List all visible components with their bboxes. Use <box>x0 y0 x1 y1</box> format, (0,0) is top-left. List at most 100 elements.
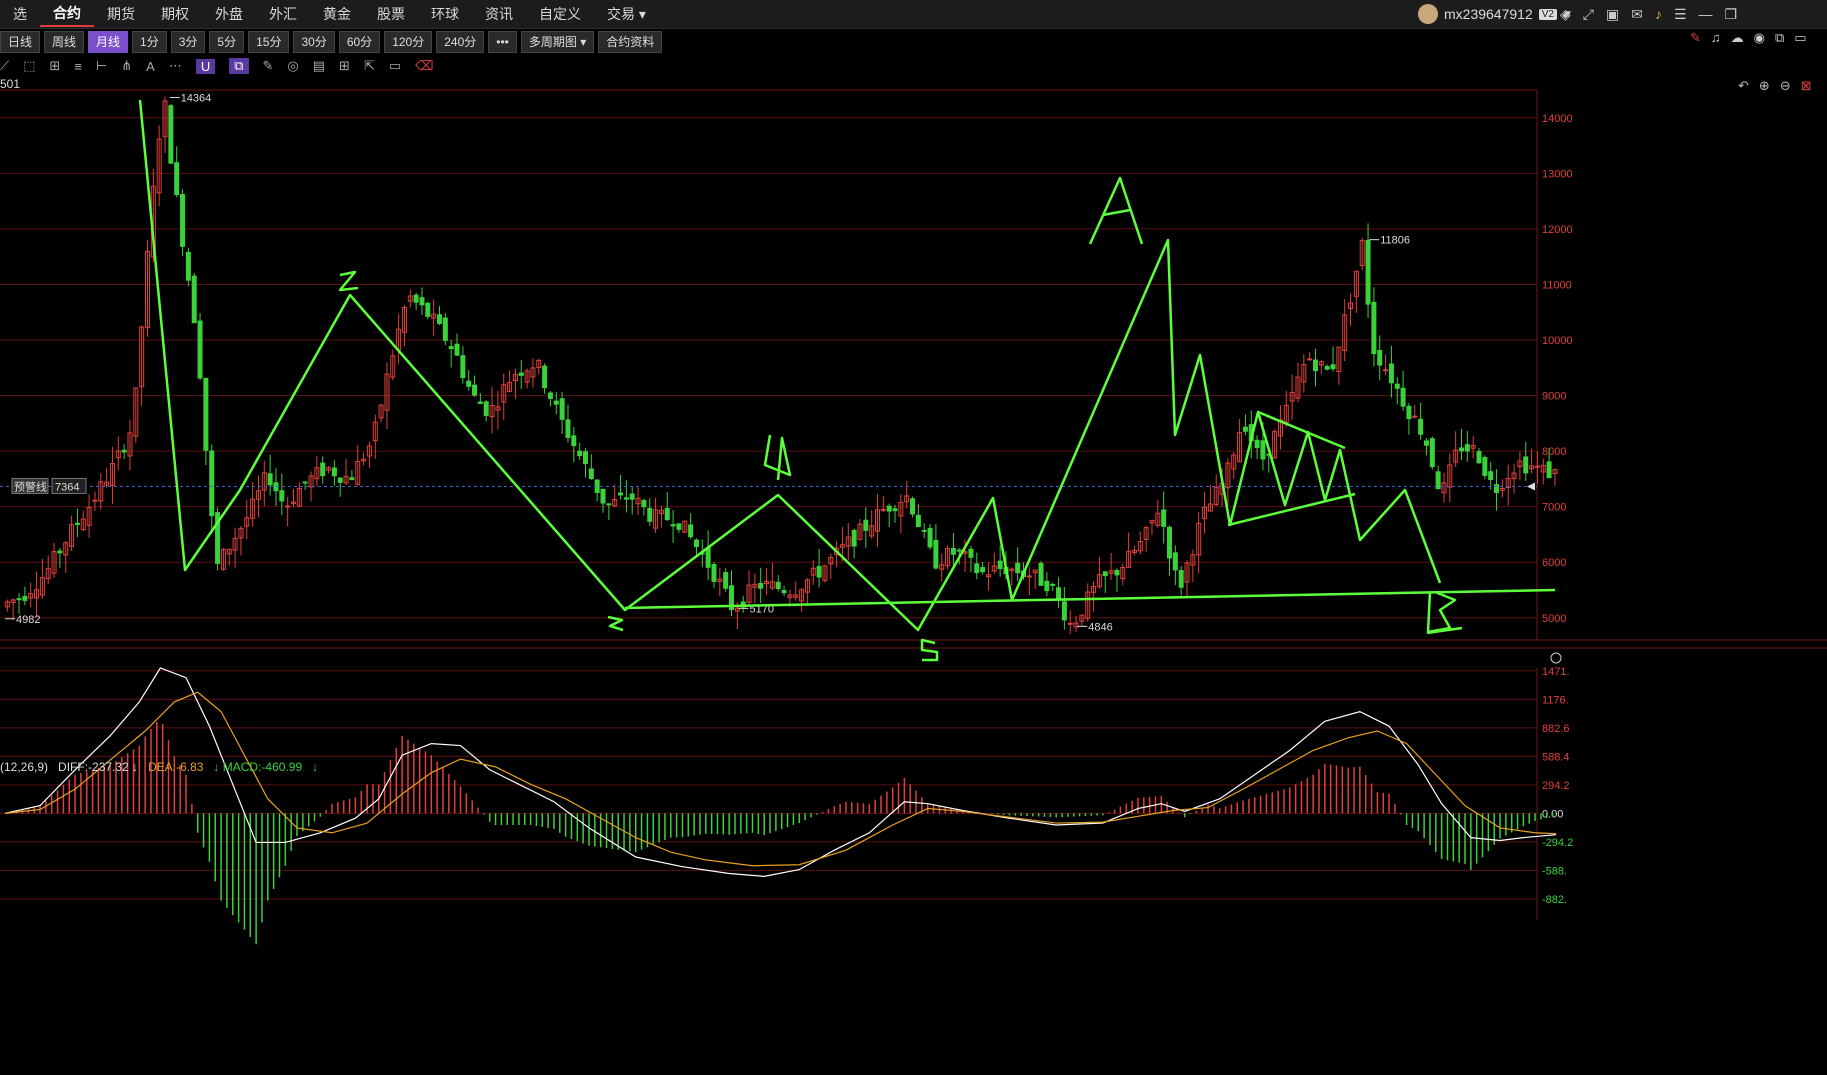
annotation-label: 14364 <box>181 93 212 105</box>
triangle-upper-line <box>1257 410 1346 450</box>
wave-label-4 <box>763 434 792 481</box>
candle-body <box>209 450 215 517</box>
candle-body <box>927 527 933 548</box>
candle-body <box>191 275 197 324</box>
candle-body <box>1371 301 1377 355</box>
price-tick-label: 12000 <box>1542 224 1573 236</box>
candle-body <box>711 564 717 582</box>
price-tick-label: 9000 <box>1542 391 1566 403</box>
price-tick-label: 5000 <box>1542 613 1566 625</box>
candle-body <box>1488 471 1494 481</box>
annotation-label: 4846 <box>1088 621 1112 633</box>
price-marker-icon <box>1527 482 1535 491</box>
candle-body <box>623 497 629 500</box>
macd-dea: DEA:-6.83 <box>148 760 204 774</box>
wave-label-5 <box>920 638 939 662</box>
candle-body <box>1482 457 1488 476</box>
candle-body <box>203 377 209 451</box>
candle-body <box>1161 509 1167 527</box>
candle-body <box>448 346 454 350</box>
candle-body <box>1050 583 1056 586</box>
price-tick-label: 8000 <box>1542 446 1566 458</box>
candle-body <box>180 194 186 247</box>
macd-diff: DIFF:-237.32 ↓ <box>58 760 139 774</box>
candle-body <box>1312 359 1318 372</box>
candle-body <box>1026 575 1032 578</box>
candle-body <box>921 529 927 532</box>
candle-body <box>542 365 548 389</box>
candle-body <box>460 355 466 379</box>
wave-label-3 <box>607 615 624 632</box>
candle-body <box>1324 365 1330 370</box>
candle-body <box>1383 369 1389 372</box>
macd-arrow: ↓ <box>312 760 319 774</box>
macd-tick-label: -588. <box>1542 865 1567 877</box>
candle-body <box>483 401 489 417</box>
candle-body <box>121 449 127 453</box>
candle-body <box>1254 439 1260 449</box>
candle-body <box>600 488 606 504</box>
candle-body <box>565 419 571 438</box>
price-chart[interactable]: 14000 13000 12000 11000 10000 9000 8000 7000 600… <box>0 0 1827 1075</box>
candle-body <box>1400 387 1406 407</box>
candle-body <box>688 524 694 538</box>
candle-body <box>454 343 460 356</box>
price-tick-label: 6000 <box>1542 557 1566 569</box>
candle-body <box>477 401 483 405</box>
candle-body <box>1044 580 1050 592</box>
candle-body <box>606 503 612 506</box>
candle-body <box>980 567 986 573</box>
candle-body <box>1038 562 1044 586</box>
candle-body <box>436 314 442 324</box>
candle-body <box>1377 349 1383 366</box>
macd-settings-icon <box>1550 652 1562 664</box>
candle-body <box>1242 426 1248 432</box>
candle-body <box>892 508 898 512</box>
price-tick-label: 7000 <box>1542 502 1566 514</box>
price-tick-label: 13000 <box>1542 168 1573 180</box>
annotation-label: 4982 <box>16 614 40 626</box>
macd-legend: (12,26,9) DIFF:-237.32 ↓ DEA:-6.83 ↓ MAC… <box>0 760 318 774</box>
candle-body <box>1546 461 1552 479</box>
candle-body <box>337 477 343 483</box>
candle-body <box>547 392 553 399</box>
candle-body <box>1061 601 1067 621</box>
candle-body <box>1406 405 1412 420</box>
candle-body <box>1423 440 1429 446</box>
candle-body <box>664 507 670 521</box>
candle-body <box>1394 383 1400 389</box>
candle-body <box>472 384 478 396</box>
candle-body <box>267 473 273 486</box>
candle-body <box>1429 438 1435 468</box>
candle-body <box>1166 526 1172 559</box>
macd-value: ↓ MACD:-460.99 <box>213 760 303 774</box>
candle-body <box>1260 440 1266 460</box>
candle-body <box>1330 364 1336 370</box>
candle-body <box>863 519 869 531</box>
candle-body <box>758 582 764 589</box>
candle-body <box>997 560 1003 570</box>
candle-body <box>559 398 565 420</box>
candle-body <box>1365 239 1371 305</box>
candle-body <box>442 317 448 341</box>
wave-label-B <box>1426 590 1457 634</box>
alert-label: 预警线 <box>14 479 47 493</box>
candle-body <box>933 539 939 569</box>
candle-body <box>1178 569 1184 588</box>
candle-body <box>968 548 974 558</box>
macd-tick-label: -882. <box>1542 894 1567 906</box>
candle-body <box>331 467 337 477</box>
candle-body <box>16 598 22 601</box>
candle-body <box>950 547 956 555</box>
candle-body <box>1418 418 1424 435</box>
candle-body <box>466 380 472 387</box>
candle-body <box>425 302 431 317</box>
candle-body <box>320 462 326 477</box>
candle-body <box>302 481 308 484</box>
candle-body <box>886 505 892 512</box>
candle-body <box>816 565 822 578</box>
candle-body <box>197 320 203 379</box>
annotation-label: 11806 <box>1380 235 1410 247</box>
candle-body <box>419 297 425 306</box>
wave-drawing-line <box>138 99 1442 632</box>
